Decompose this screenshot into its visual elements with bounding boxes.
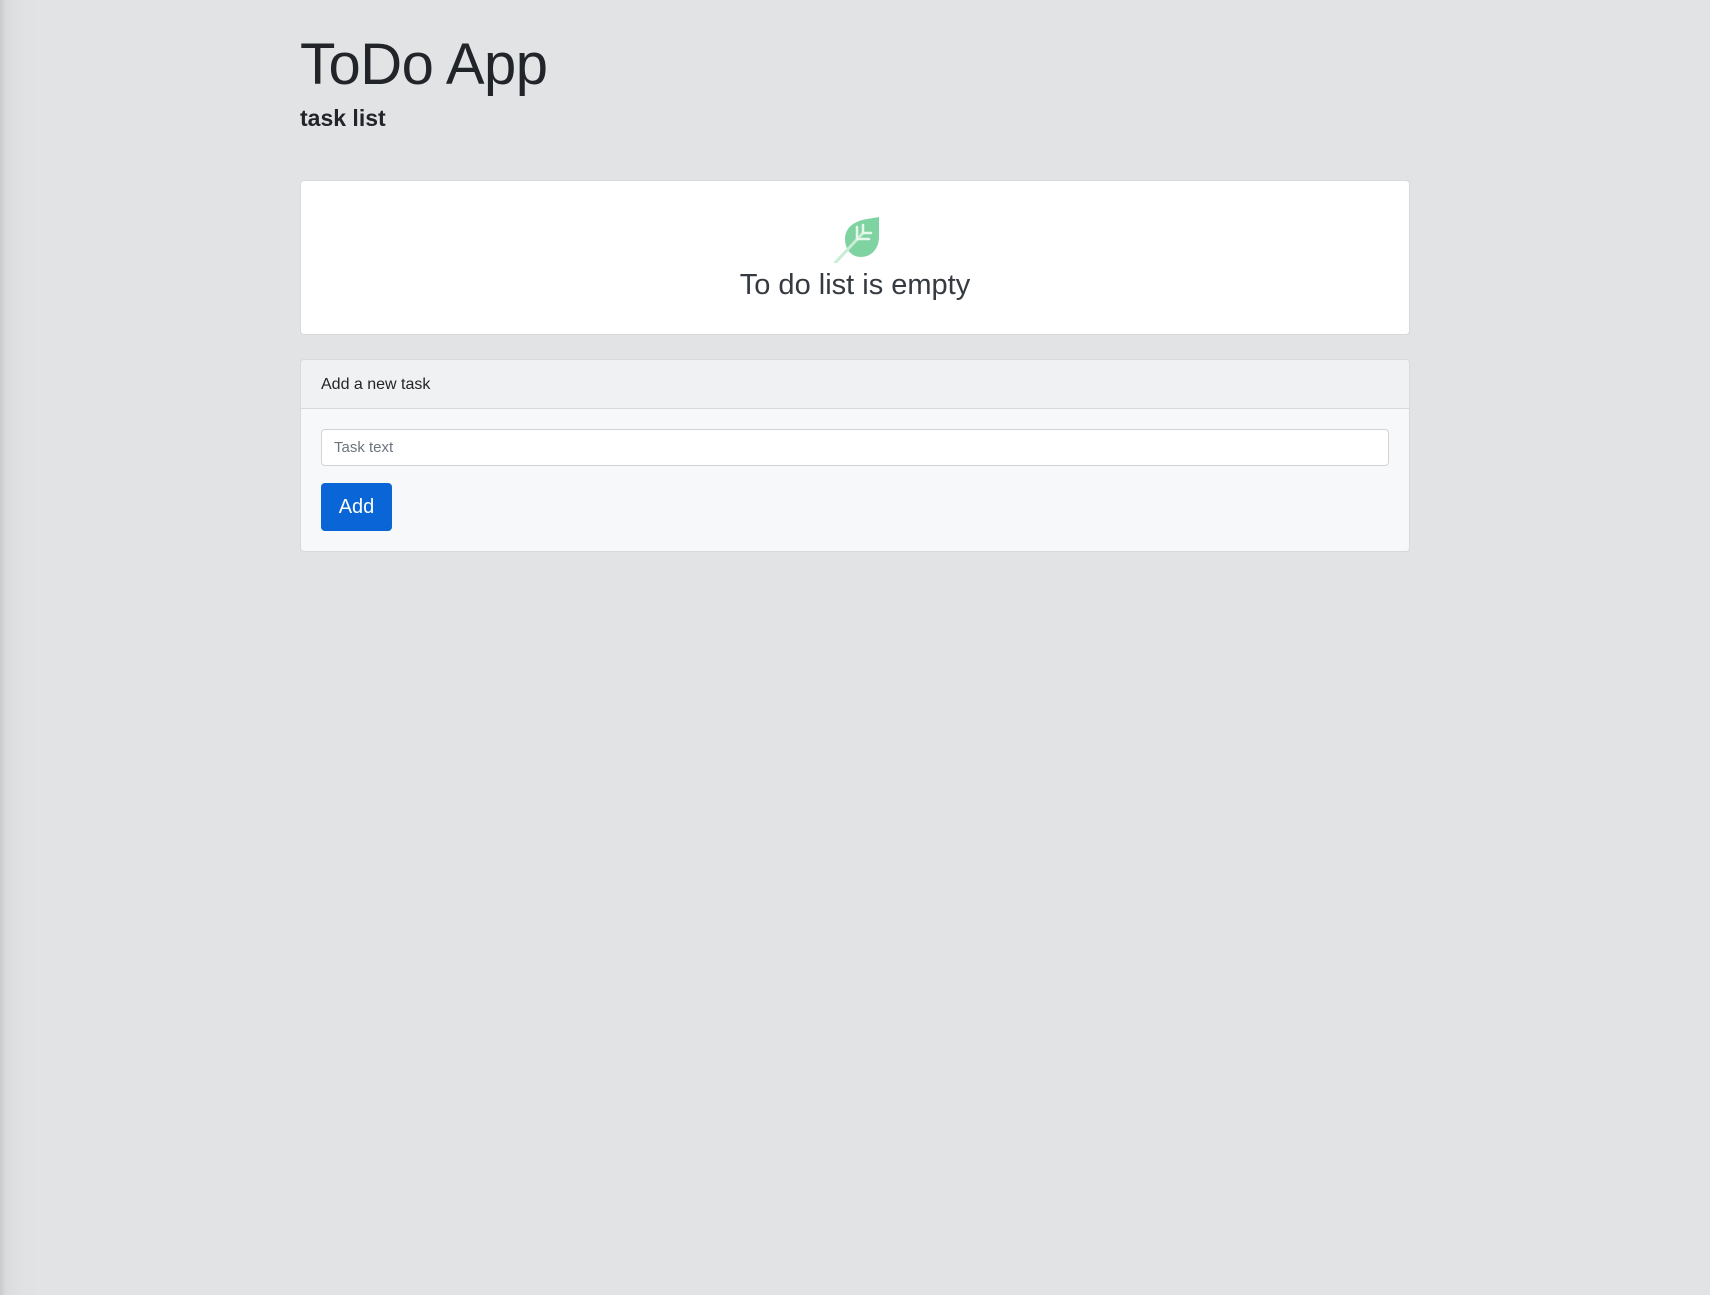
task-text-input[interactable] [321, 429, 1389, 466]
page-subtitle: task list [300, 105, 386, 131]
add-button[interactable]: Add [321, 483, 392, 531]
page-title: ToDo App [300, 32, 548, 97]
window-edge-shadow [0, 0, 40, 1295]
add-task-card-header: Add a new task [301, 360, 1409, 409]
leaf-icon [833, 217, 879, 263]
add-task-card: Add a new task Add [300, 359, 1410, 552]
empty-state-card: To do list is empty [300, 180, 1410, 335]
empty-state-message: To do list is empty [739, 269, 971, 301]
